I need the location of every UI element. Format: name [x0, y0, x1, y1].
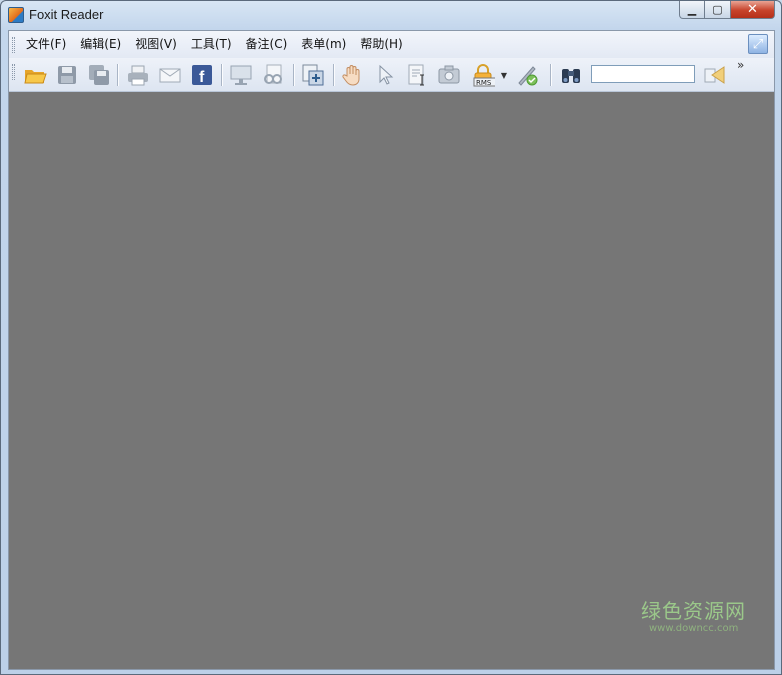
- text-select-icon: [408, 64, 424, 86]
- maximize-icon: ▢: [712, 3, 723, 16]
- open-folder-icon: [24, 70, 47, 84]
- watermark-logo: 绿色资源网: [641, 599, 746, 623]
- window-title: Foxit Reader: [29, 7, 104, 22]
- find-binoculars-icon: [562, 69, 580, 83]
- restore-view-button[interactable]: ⤢: [748, 34, 768, 54]
- sign-button[interactable]: [515, 63, 539, 87]
- text-select-button[interactable]: [405, 63, 429, 87]
- hand-tool-button[interactable]: [341, 63, 365, 87]
- title-bar[interactable]: Foxit Reader ▁ ▢ ✕: [1, 1, 781, 29]
- watermark-url: www.downcc.com: [649, 623, 739, 634]
- print-icon: [128, 65, 148, 86]
- sign-icon: [518, 66, 538, 86]
- save-as-icon: [89, 65, 109, 85]
- rms-protect-button[interactable]: RMS: [471, 63, 495, 87]
- minimize-button[interactable]: ▁: [679, 1, 705, 19]
- toolbar-separator: [117, 64, 118, 86]
- email-icon: [159, 68, 181, 83]
- expand-icon: ⤢: [752, 36, 764, 52]
- speaker-icon: [704, 66, 725, 84]
- close-button[interactable]: ✕: [731, 1, 775, 19]
- save-icon: [58, 66, 76, 84]
- menu-tools[interactable]: 工具(T): [184, 31, 239, 58]
- select-tool-button[interactable]: [373, 63, 397, 87]
- facebook-icon: f: [192, 65, 212, 86]
- open-button[interactable]: [23, 63, 47, 87]
- rms-lock-icon: RMS: [473, 64, 495, 87]
- facebook-button[interactable]: f: [190, 63, 214, 87]
- toolbar-separator: [550, 64, 551, 86]
- read-mode-icon: [264, 64, 282, 84]
- presentation-button[interactable]: [229, 63, 253, 87]
- snapshot-icon: [438, 65, 460, 84]
- client-area: 文件(F) 编辑(E) 视图(V) 工具(T) 备注(C) 表单(m) 帮助(H…: [8, 30, 775, 670]
- menu: 文件(F) 编辑(E) 视图(V) 工具(T) 备注(C) 表单(m) 帮助(H…: [19, 31, 410, 58]
- save-button[interactable]: [55, 63, 79, 87]
- search-input[interactable]: [591, 65, 695, 83]
- chevron-down-icon: ▼: [500, 70, 508, 80]
- hand-tool-icon: [342, 65, 360, 86]
- fit-page-button[interactable]: [301, 63, 325, 87]
- window-controls: ▁ ▢ ✕: [679, 1, 775, 21]
- read-aloud-button[interactable]: [702, 63, 726, 87]
- menu-help[interactable]: 帮助(H): [353, 31, 409, 58]
- rms-dropdown-button[interactable]: ▼: [499, 63, 509, 87]
- toolbar-separator: [333, 64, 334, 86]
- print-button[interactable]: [126, 63, 150, 87]
- rms-label: RMS: [476, 79, 492, 87]
- document-canvas[interactable]: [9, 92, 774, 669]
- find-button[interactable]: [559, 63, 583, 87]
- snapshot-button[interactable]: [437, 63, 461, 87]
- fit-page-icon: [302, 64, 324, 86]
- minimize-icon: ▁: [687, 3, 697, 16]
- menu-comments[interactable]: 备注(C): [239, 31, 295, 58]
- menu-bar: 文件(F) 编辑(E) 视图(V) 工具(T) 备注(C) 表单(m) 帮助(H…: [9, 31, 774, 58]
- maximize-button[interactable]: ▢: [705, 1, 731, 19]
- toolbar-overflow-button[interactable]: »: [737, 58, 744, 72]
- menu-edit[interactable]: 编辑(E): [73, 31, 128, 58]
- toolbar-grip[interactable]: [12, 64, 15, 80]
- menu-forms[interactable]: 表单(m): [294, 31, 353, 58]
- toolbar-separator: [221, 64, 222, 86]
- select-tool-icon: [379, 64, 394, 85]
- presentation-icon: [230, 65, 252, 85]
- menu-view[interactable]: 视图(V): [128, 31, 184, 58]
- save-as-button[interactable]: [87, 63, 111, 87]
- foxit-app-icon[interactable]: [8, 7, 24, 23]
- toolbar-separator: [293, 64, 294, 86]
- toolbar: f RMS ▼ »: [9, 58, 774, 92]
- close-icon: ✕: [747, 2, 758, 17]
- read-mode-button[interactable]: [261, 63, 285, 87]
- email-button[interactable]: [158, 63, 182, 87]
- menubar-grip[interactable]: [12, 37, 15, 53]
- facebook-label: f: [199, 69, 205, 86]
- app-window: Foxit Reader ▁ ▢ ✕ 文件(F) 编辑(E) 视图(V) 工具(…: [0, 0, 782, 675]
- menu-file[interactable]: 文件(F): [19, 31, 73, 58]
